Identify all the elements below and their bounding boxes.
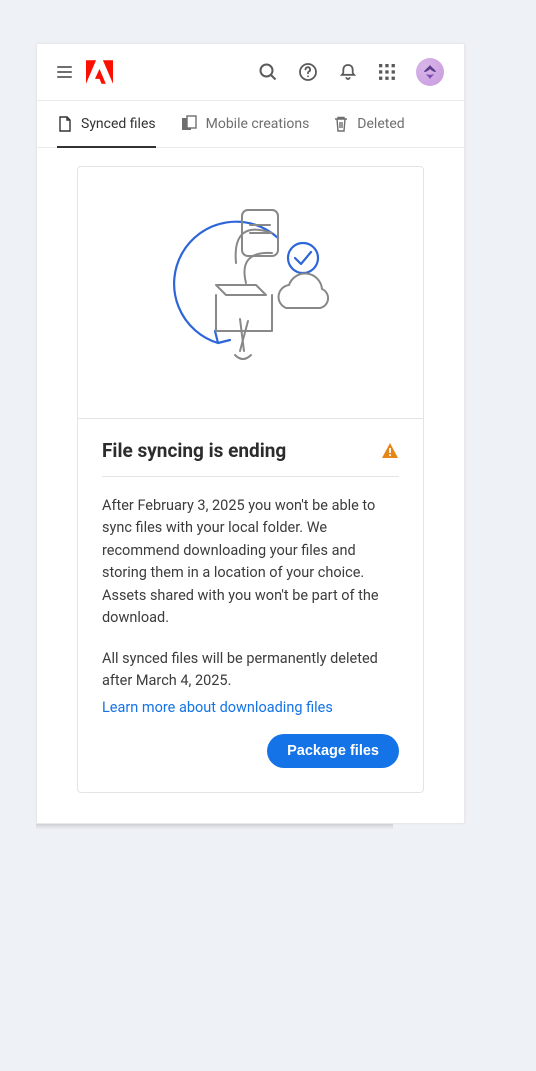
tab-label: Deleted: [357, 116, 404, 132]
notice-card: File syncing is ending After February 3,…: [77, 166, 424, 793]
help-icon[interactable]: [298, 62, 318, 82]
sync-illustration: [78, 167, 423, 419]
card-title: File syncing is ending: [102, 439, 286, 462]
card-actions: Package files: [102, 734, 399, 768]
app-container: Synced files Mobile creations Deleted: [36, 43, 465, 824]
package-files-button[interactable]: Package files: [267, 734, 399, 768]
card-body: File syncing is ending After February 3,…: [78, 419, 423, 792]
header: [37, 44, 464, 101]
card-paragraph-1: After February 3, 2025 you won't be able…: [102, 495, 399, 630]
tab-deleted[interactable]: Deleted: [333, 101, 404, 148]
avatar[interactable]: [416, 58, 444, 86]
header-left: [57, 60, 113, 84]
warning-icon: [381, 442, 399, 460]
file-icon: [57, 115, 73, 133]
card-title-row: File syncing is ending: [102, 439, 399, 477]
tabs: Synced files Mobile creations Deleted: [37, 101, 464, 148]
adobe-logo[interactable]: [86, 60, 113, 84]
tab-mobile-creations[interactable]: Mobile creations: [180, 101, 310, 148]
trash-icon: [333, 115, 349, 133]
notification-icon[interactable]: [338, 62, 358, 82]
tab-label: Mobile creations: [206, 116, 310, 132]
tab-synced-files[interactable]: Synced files: [57, 101, 156, 148]
tab-label: Synced files: [81, 116, 156, 132]
learn-more-link[interactable]: Learn more about downloading files: [102, 699, 333, 716]
shadow-bar: [36, 824, 393, 830]
header-right: [258, 58, 444, 86]
content: File syncing is ending After February 3,…: [37, 148, 464, 823]
menu-icon[interactable]: [57, 66, 72, 78]
apps-icon[interactable]: [378, 63, 396, 81]
mobile-creations-icon: [180, 115, 198, 133]
card-paragraph-2: All synced files will be permanently del…: [102, 648, 399, 693]
search-icon[interactable]: [258, 62, 278, 82]
